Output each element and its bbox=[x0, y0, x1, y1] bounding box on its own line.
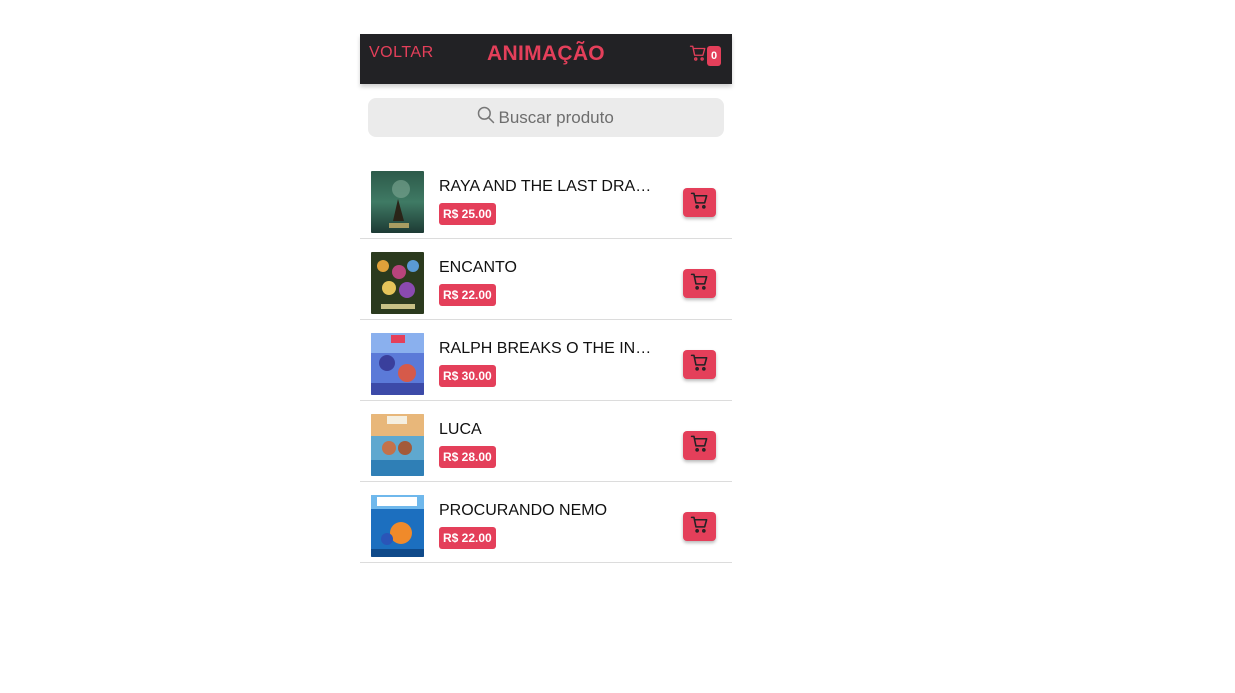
product-price: R$ 22.00 bbox=[439, 527, 496, 549]
product-name: RAYA AND THE LAST DRAGON bbox=[439, 178, 654, 195]
product-price: R$ 30.00 bbox=[439, 365, 496, 387]
product-row: LUCA R$ 28.00 bbox=[360, 401, 732, 482]
product-poster bbox=[371, 414, 424, 476]
add-to-cart-button[interactable] bbox=[683, 350, 716, 379]
search-input[interactable] bbox=[498, 107, 617, 128]
app-container: VOLTAR ANIMAÇÃO 0 Buscar produto RAYA AN… bbox=[360, 34, 732, 563]
product-name: LUCA bbox=[439, 421, 482, 438]
cart-count-badge: 0 bbox=[707, 45, 721, 66]
search-bar[interactable] bbox=[368, 98, 724, 137]
cart-icon bbox=[690, 353, 709, 377]
add-to-cart-button[interactable] bbox=[683, 512, 716, 541]
product-row: PROCURANDO NEMO R$ 22.00 bbox=[360, 482, 732, 563]
add-to-cart-button[interactable] bbox=[683, 188, 716, 217]
cart-icon bbox=[690, 434, 709, 458]
cart-icon bbox=[690, 515, 709, 539]
product-name: RALPH BREAKS O THE INTERNET bbox=[439, 340, 654, 357]
back-button[interactable]: VOLTAR bbox=[369, 44, 434, 62]
top-bar: VOLTAR ANIMAÇÃO 0 bbox=[360, 34, 732, 84]
product-row: ENCANTO R$ 22.00 bbox=[360, 239, 732, 320]
add-to-cart-button[interactable] bbox=[683, 269, 716, 298]
product-price: R$ 28.00 bbox=[439, 446, 496, 468]
add-to-cart-button[interactable] bbox=[683, 431, 716, 460]
product-poster bbox=[371, 171, 424, 233]
product-price: R$ 25.00 bbox=[439, 203, 496, 225]
cart-icon bbox=[690, 272, 709, 296]
search-icon bbox=[476, 105, 499, 130]
product-poster bbox=[371, 252, 424, 314]
product-name: PROCURANDO NEMO bbox=[439, 502, 608, 519]
cart-icon bbox=[690, 191, 709, 215]
cart-button[interactable]: 0 bbox=[689, 44, 721, 67]
product-price: R$ 22.00 bbox=[439, 284, 496, 306]
product-name: ENCANTO bbox=[439, 259, 517, 276]
search-section bbox=[360, 84, 732, 137]
product-poster bbox=[371, 495, 424, 557]
product-poster bbox=[371, 333, 424, 395]
product-row: RALPH BREAKS O THE INTERNET R$ 30.00 bbox=[360, 320, 732, 401]
product-list: RAYA AND THE LAST DRAGON R$ 25.00 ENCANT… bbox=[360, 158, 732, 563]
product-row: RAYA AND THE LAST DRAGON R$ 25.00 bbox=[360, 158, 732, 239]
shopping-cart-icon bbox=[689, 44, 707, 67]
